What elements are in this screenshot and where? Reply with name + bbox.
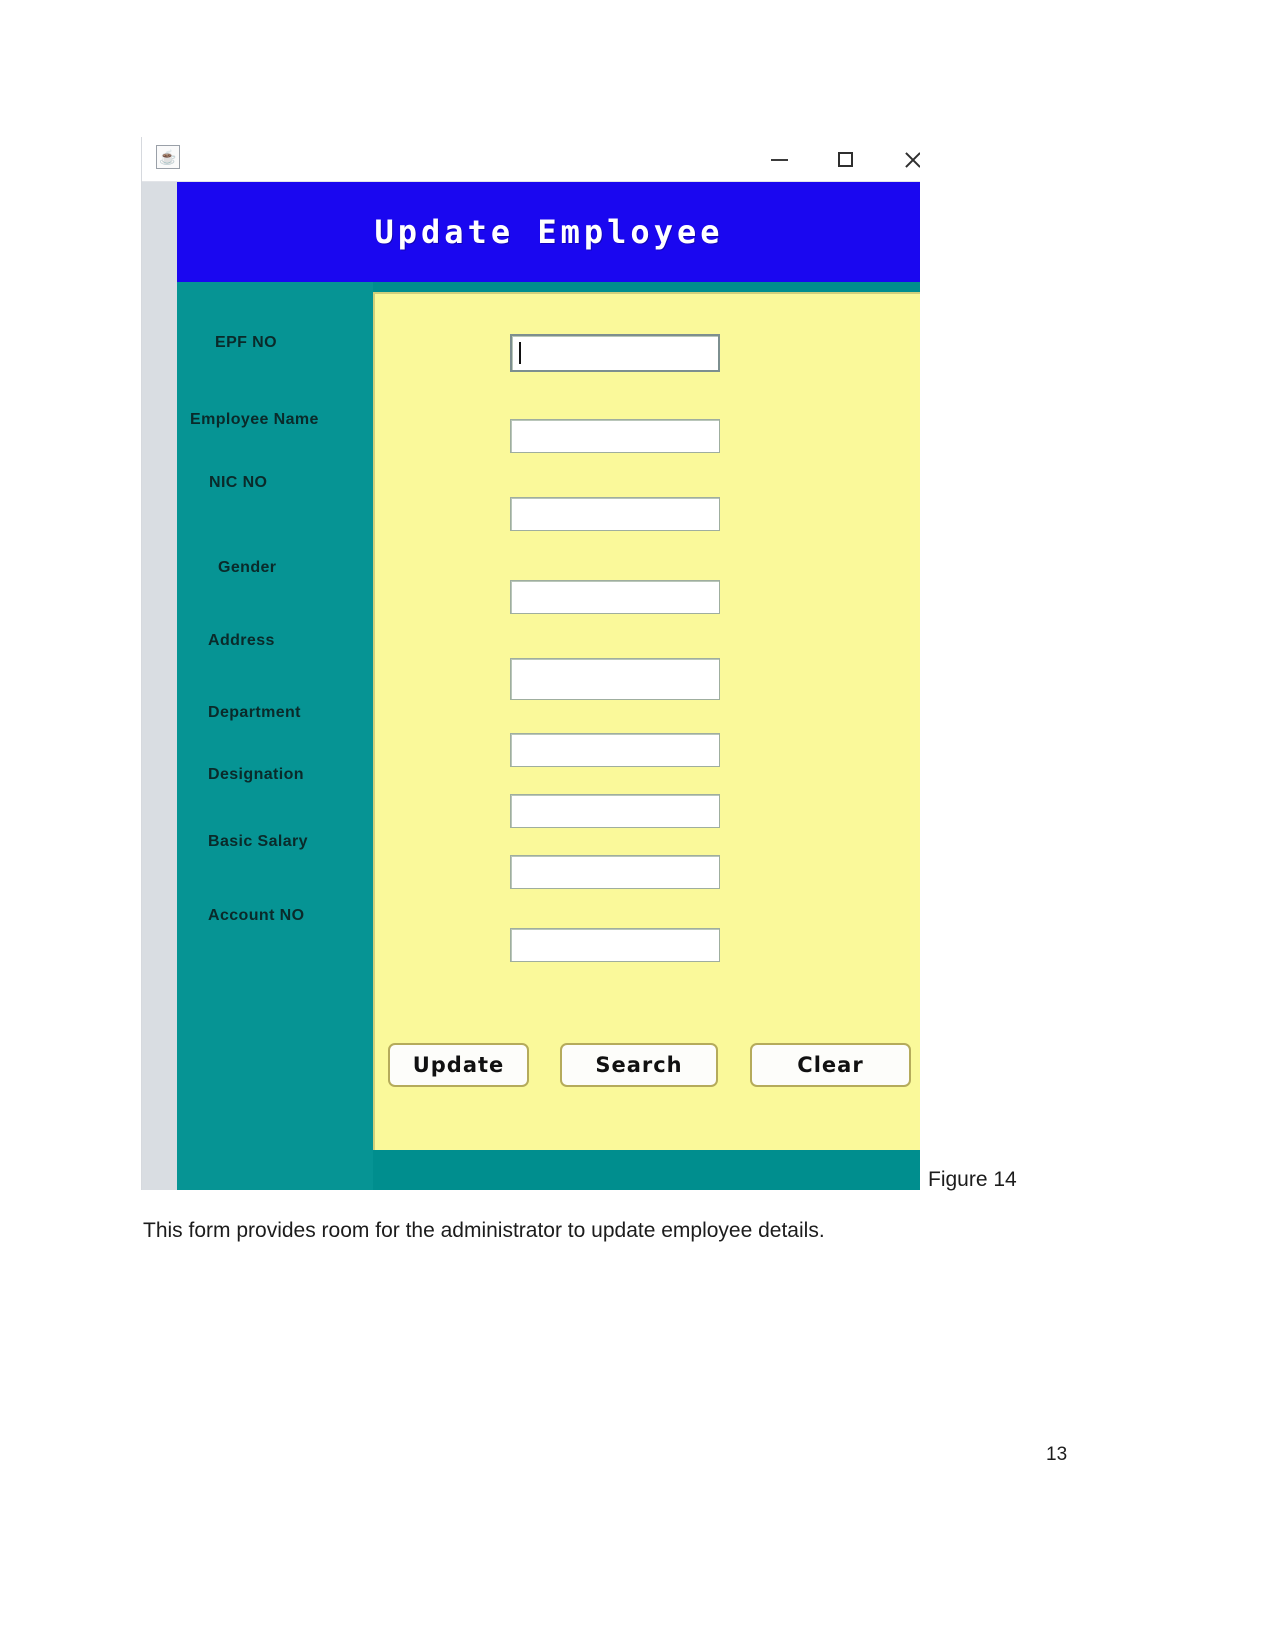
field-input-5[interactable]: [510, 733, 720, 767]
field-labels-panel: EPF NO Employee Name NIC NO Gender Address De…: [177, 282, 373, 1190]
text-caret: [519, 342, 521, 364]
field-input-0[interactable]: [510, 334, 720, 372]
field-input-4[interactable]: [510, 658, 720, 700]
figure-screenshot: ☕ Update Employee EPF NO Employee Name NIC…: [141, 137, 920, 1190]
search-button[interactable]: Search: [560, 1043, 718, 1087]
clear-button[interactable]: Clear: [750, 1043, 911, 1087]
close-button[interactable]: [890, 137, 920, 182]
field-input-3[interactable]: [510, 580, 720, 614]
field-label-6: Designation: [208, 766, 304, 783]
field-input-1[interactable]: [510, 419, 720, 453]
field-label-2: NIC NO: [209, 474, 268, 491]
field-input-7[interactable]: [510, 855, 720, 889]
form-header-band: Update Employee: [177, 182, 920, 282]
field-label-3: Gender: [218, 559, 277, 576]
field-label-5: Department: [208, 704, 301, 721]
body-paragraph: This form provides room for the administ…: [143, 1219, 825, 1242]
page-number: 13: [1046, 1444, 1068, 1465]
window-titlebar: ☕: [142, 137, 920, 182]
maximize-button[interactable]: [822, 137, 868, 182]
figure-caption: Figure 14: [928, 1168, 1017, 1191]
field-label-7: Basic Salary: [208, 833, 308, 850]
minimize-button[interactable]: [756, 137, 802, 182]
field-label-4: Address: [208, 632, 275, 649]
document-page: ☕ Update Employee EPF NO Employee Name NIC…: [0, 0, 1275, 1651]
field-label-0: EPF NO: [215, 334, 277, 351]
window-client-area: Update Employee EPF NO Employee Name NIC N…: [142, 182, 920, 1190]
form-fields-panel: Update Search Clear: [373, 292, 920, 1150]
close-icon: [904, 151, 920, 169]
field-input-2[interactable]: [510, 497, 720, 531]
field-input-8[interactable]: [510, 928, 720, 962]
maximize-icon: [837, 152, 853, 167]
minimize-icon: [770, 158, 788, 161]
field-label-8: Account NO: [208, 907, 305, 924]
page-title: Update Employee: [374, 213, 724, 251]
java-coffee-cup-icon: ☕: [156, 145, 180, 169]
form-root-panel: Update Employee EPF NO Employee Name NIC N…: [177, 182, 920, 1190]
field-input-6[interactable]: [510, 794, 720, 828]
update-button[interactable]: Update: [388, 1043, 529, 1087]
field-label-1: Employee Name: [190, 411, 319, 428]
